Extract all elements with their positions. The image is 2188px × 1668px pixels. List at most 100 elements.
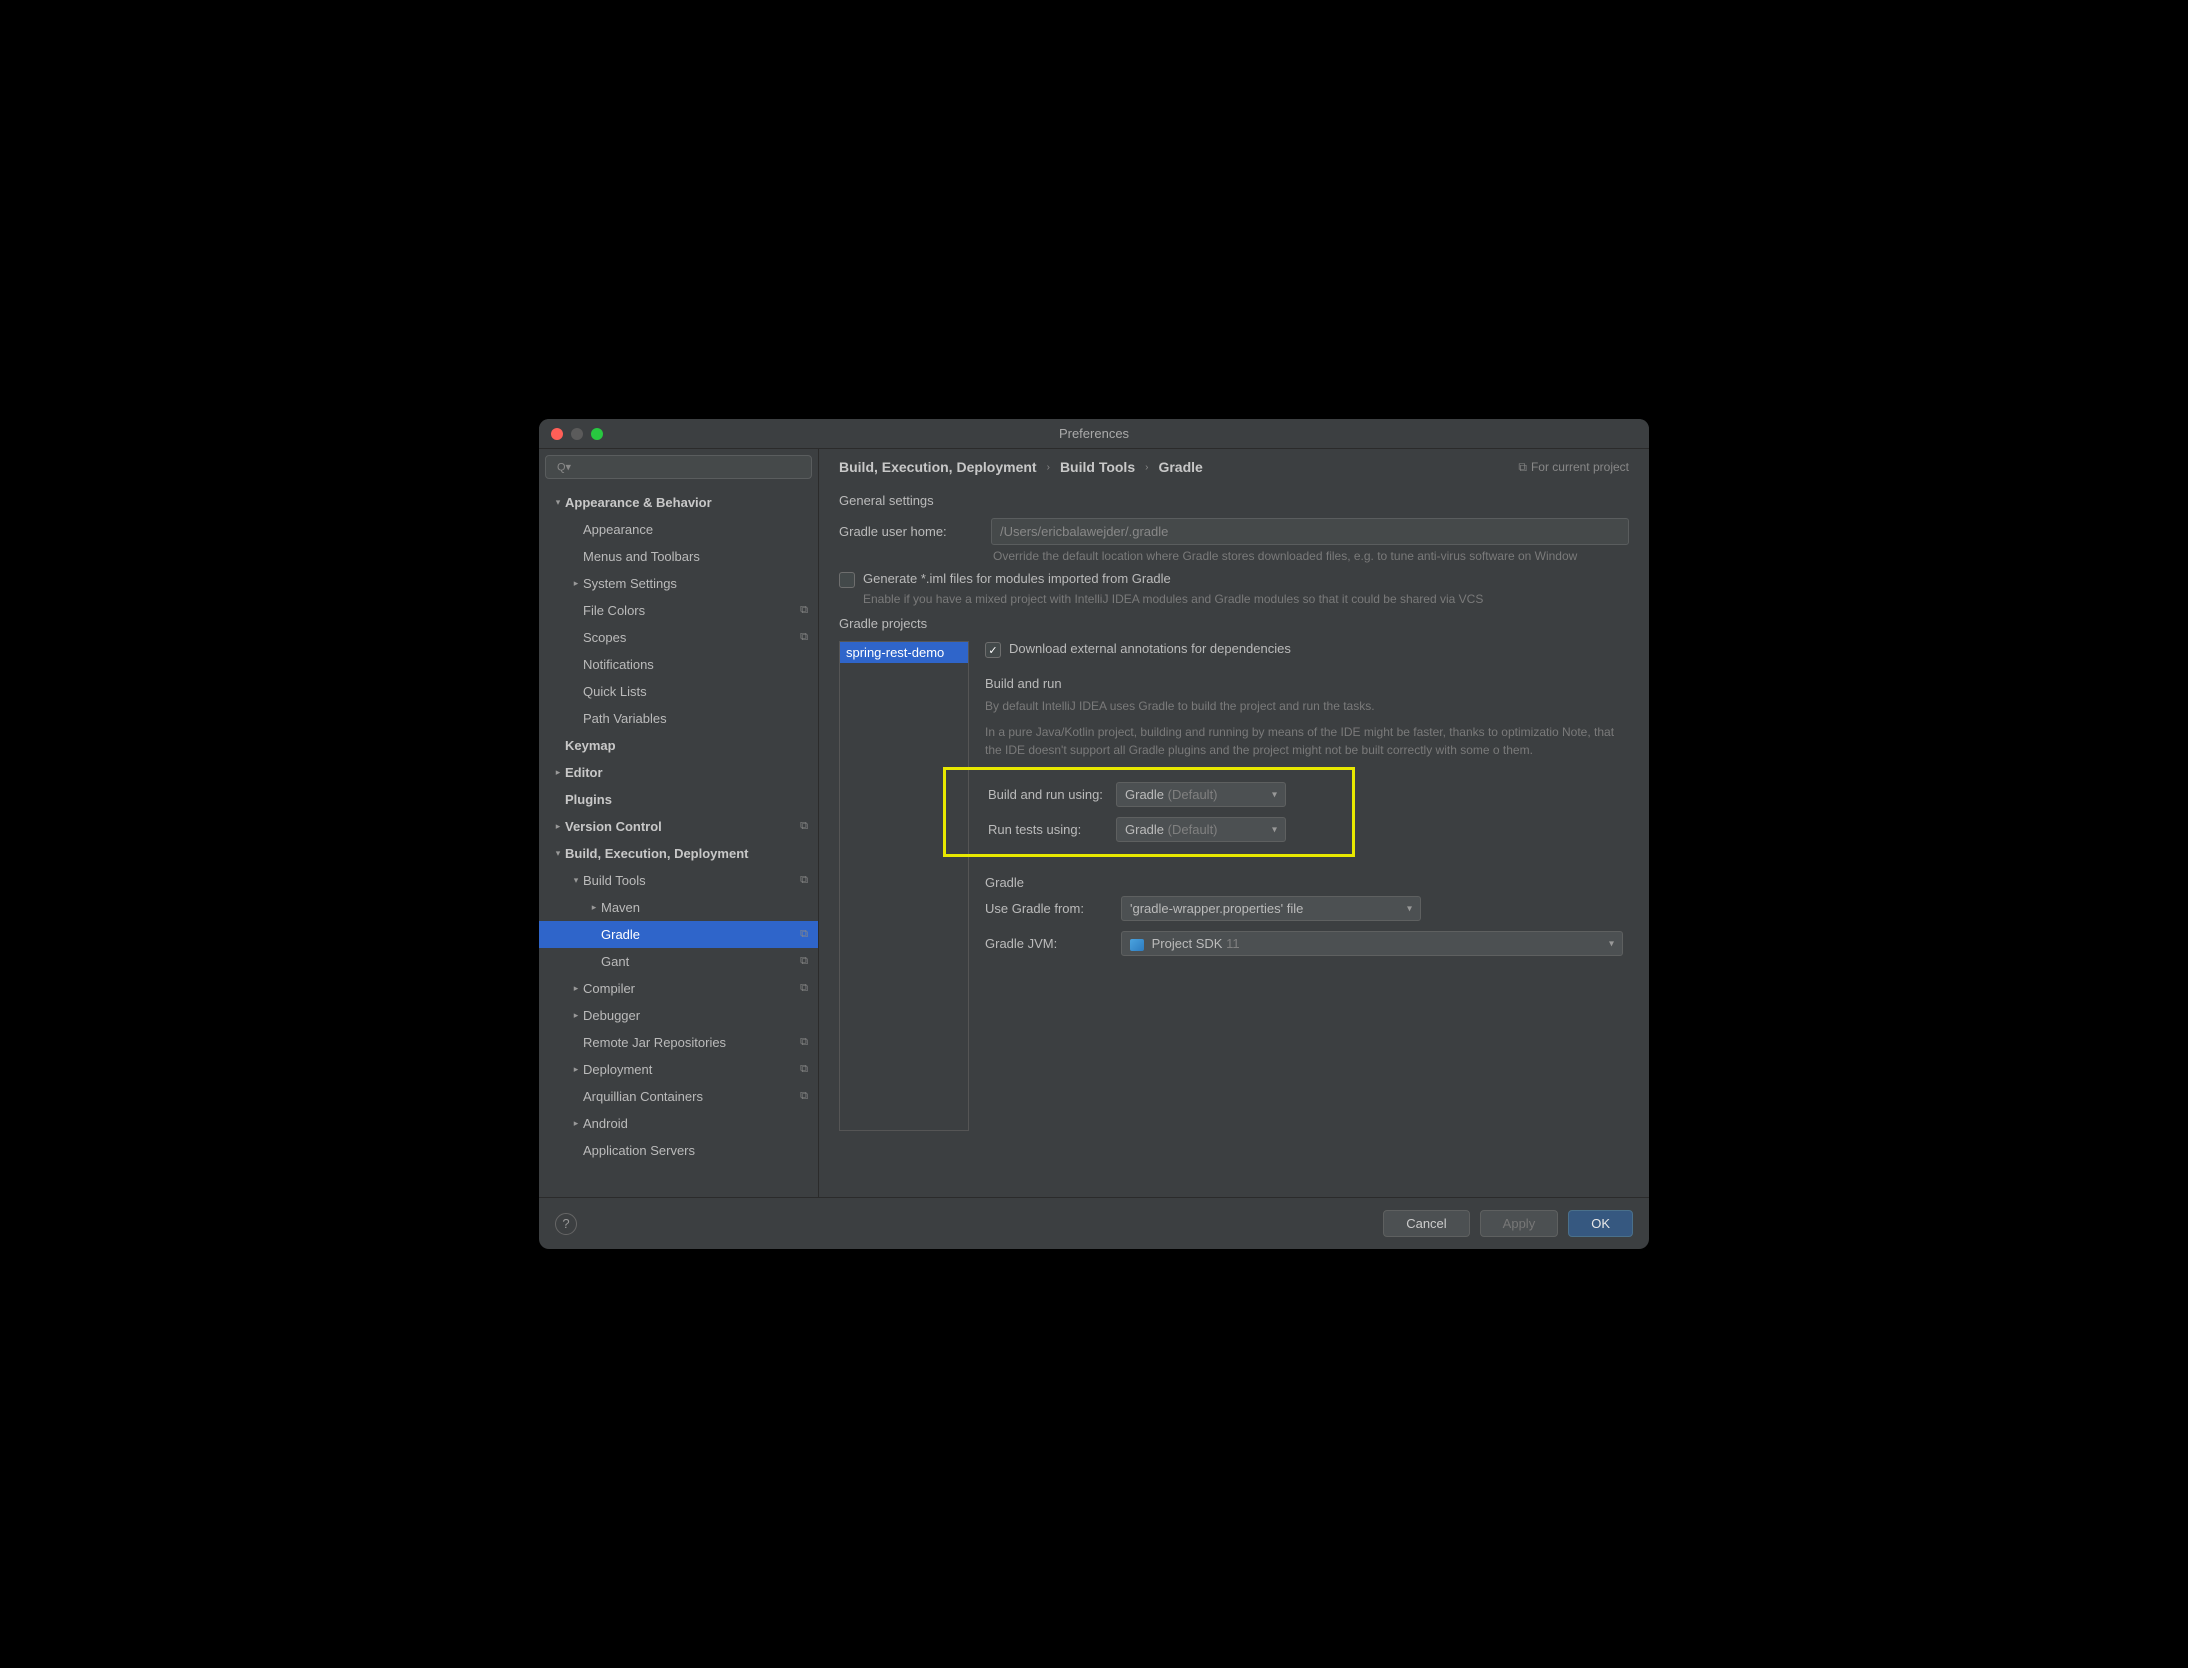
chevron-right-icon: ▸ <box>569 1118 583 1129</box>
tree-item-build-tools[interactable]: ▾Build Tools⧉ <box>539 867 818 894</box>
tree-item-path-variables[interactable]: Path Variables <box>539 705 818 732</box>
tree-item-quick-lists[interactable]: Quick Lists <box>539 678 818 705</box>
titlebar: Preferences <box>539 419 1649 449</box>
general-settings-title: General settings <box>839 493 1629 508</box>
tree-item-label: Android <box>583 1116 810 1131</box>
chevron-right-icon: ▸ <box>551 821 565 832</box>
tree-item-deployment[interactable]: ▸Deployment⧉ <box>539 1056 818 1083</box>
ok-button[interactable]: OK <box>1568 1210 1633 1237</box>
copy-icon: ⧉ <box>1518 460 1527 475</box>
project-item[interactable]: spring-rest-demo <box>840 642 968 663</box>
chevron-right-icon: ▸ <box>551 767 565 778</box>
tree-item-maven[interactable]: ▸Maven <box>539 894 818 921</box>
chevron-right-icon: ▸ <box>587 902 601 913</box>
jvm-select[interactable]: Project SDK 11 <box>1121 931 1623 956</box>
tree-item-keymap[interactable]: Keymap <box>539 732 818 759</box>
scope-label: ⧉ For current project <box>1518 460 1629 475</box>
tests-using-select[interactable]: Gradle (Default) <box>1116 817 1286 842</box>
tree-item-label: Maven <box>601 900 810 915</box>
project-list[interactable]: spring-rest-demo <box>839 641 969 1131</box>
preferences-window: Preferences Q▾ ▾Appearance & BehaviorApp… <box>539 419 1649 1249</box>
project-scope-icon: ⧉ <box>800 604 808 617</box>
tree-item-label: System Settings <box>583 576 810 591</box>
build-using-select[interactable]: Gradle (Default) <box>1116 782 1286 807</box>
chevron-down-icon: ▾ <box>551 497 565 508</box>
tree-item-application-servers[interactable]: Application Servers <box>539 1137 818 1164</box>
tree-item-editor[interactable]: ▸Editor <box>539 759 818 786</box>
build-using-label: Build and run using: <box>956 787 1106 802</box>
tree-item-label: Appearance <box>583 522 810 537</box>
project-detail: Download external annotations for depend… <box>985 641 1629 1131</box>
tree-item-build-execution-deployment[interactable]: ▾Build, Execution, Deployment <box>539 840 818 867</box>
cancel-button[interactable]: Cancel <box>1383 1210 1469 1237</box>
chevron-right-icon: ▸ <box>569 1010 583 1021</box>
tree-item-gant[interactable]: Gant⧉ <box>539 948 818 975</box>
user-home-input[interactable]: /Users/ericbalawejder/.gradle <box>991 518 1629 545</box>
sdk-icon <box>1130 939 1144 951</box>
tree-item-scopes[interactable]: Scopes⧉ <box>539 624 818 651</box>
minimize-icon[interactable] <box>571 428 583 440</box>
project-scope-icon: ⧉ <box>800 1063 808 1076</box>
breadcrumb-0: Build, Execution, Deployment <box>839 459 1037 475</box>
projects-area: spring-rest-demo Download external annot… <box>839 641 1629 1131</box>
project-scope-icon: ⧉ <box>800 928 808 941</box>
tree-item-arquillian-containers[interactable]: Arquillian Containers⧉ <box>539 1083 818 1110</box>
tree-item-version-control[interactable]: ▸Version Control⧉ <box>539 813 818 840</box>
tests-using-row: Run tests using: Gradle (Default) <box>956 817 1342 842</box>
tree-item-label: Build, Execution, Deployment <box>565 846 810 861</box>
tree-item-label: Menus and Toolbars <box>583 549 810 564</box>
tree-item-label: Gant <box>601 954 810 969</box>
project-scope-icon: ⧉ <box>800 820 808 833</box>
generate-iml-checkbox[interactable] <box>839 572 855 588</box>
settings-tree[interactable]: ▾Appearance & Behavior Appearance Menus an… <box>539 485 818 1197</box>
chevron-down-icon: ▾ <box>569 875 583 886</box>
zoom-icon[interactable] <box>591 428 603 440</box>
tree-item-remote-jar-repositories[interactable]: Remote Jar Repositories⧉ <box>539 1029 818 1056</box>
tree-item-debugger[interactable]: ▸Debugger <box>539 1002 818 1029</box>
tree-item-label: Remote Jar Repositories <box>583 1035 810 1050</box>
tree-item-label: Debugger <box>583 1008 810 1023</box>
jvm-row: Gradle JVM: Project SDK 11 <box>985 931 1629 956</box>
breadcrumb-1: Build Tools <box>1060 459 1135 475</box>
chevron-right-icon: › <box>1145 462 1148 473</box>
apply-button[interactable]: Apply <box>1480 1210 1559 1237</box>
window-title: Preferences <box>1059 426 1129 441</box>
tree-item-android[interactable]: ▸Android <box>539 1110 818 1137</box>
jvm-label: Gradle JVM: <box>985 936 1111 951</box>
tree-item-label: Editor <box>565 765 810 780</box>
gradle-projects-title: Gradle projects <box>839 616 1629 631</box>
highlight-box: Build and run using: Gradle (Default) Ru… <box>943 767 1355 857</box>
download-annotations-row: Download external annotations for depend… <box>985 641 1629 658</box>
tree-item-file-colors[interactable]: File Colors⧉ <box>539 597 818 624</box>
generate-iml-row: Generate *.iml files for modules importe… <box>839 571 1629 588</box>
sidebar: Q▾ ▾Appearance & BehaviorAppearanceMenus… <box>539 449 819 1197</box>
tree-item-compiler[interactable]: ▸Compiler⧉ <box>539 975 818 1002</box>
tests-using-label: Run tests using: <box>956 822 1106 837</box>
download-annotations-checkbox[interactable] <box>985 642 1001 658</box>
tree-item-notifications[interactable]: Notifications <box>539 651 818 678</box>
tree-item-label: Version Control <box>565 819 810 834</box>
tree-item-label: Gradle <box>601 927 810 942</box>
project-scope-icon: ⧉ <box>800 1036 808 1049</box>
breadcrumb-2: Gradle <box>1158 459 1202 475</box>
search-input[interactable] <box>545 455 812 479</box>
use-from-select[interactable]: 'gradle-wrapper.properties' file <box>1121 896 1421 921</box>
project-scope-icon: ⧉ <box>800 874 808 887</box>
footer: ? Cancel Apply OK <box>539 1197 1649 1249</box>
tree-item-label: Notifications <box>583 657 810 672</box>
gradle-subtitle: Gradle <box>985 875 1629 890</box>
tree-item-label: Build Tools <box>583 873 810 888</box>
tree-item-gradle[interactable]: Gradle⧉ <box>539 921 818 948</box>
project-scope-icon: ⧉ <box>800 631 808 644</box>
tree-item-appearance[interactable]: Appearance <box>539 516 818 543</box>
close-icon[interactable] <box>551 428 563 440</box>
tree-item-label: Scopes <box>583 630 810 645</box>
use-from-label: Use Gradle from: <box>985 901 1111 916</box>
tree-item-menus-and-toolbars[interactable]: Menus and Toolbars <box>539 543 818 570</box>
tree-item-system-settings[interactable]: ▸System Settings <box>539 570 818 597</box>
tree-item-appearance-behavior[interactable]: ▾Appearance & Behavior <box>539 489 818 516</box>
help-button[interactable]: ? <box>555 1213 577 1235</box>
build-run-title: Build and run <box>985 676 1629 691</box>
download-annotations-label: Download external annotations for depend… <box>1009 641 1291 656</box>
tree-item-plugins[interactable]: Plugins <box>539 786 818 813</box>
